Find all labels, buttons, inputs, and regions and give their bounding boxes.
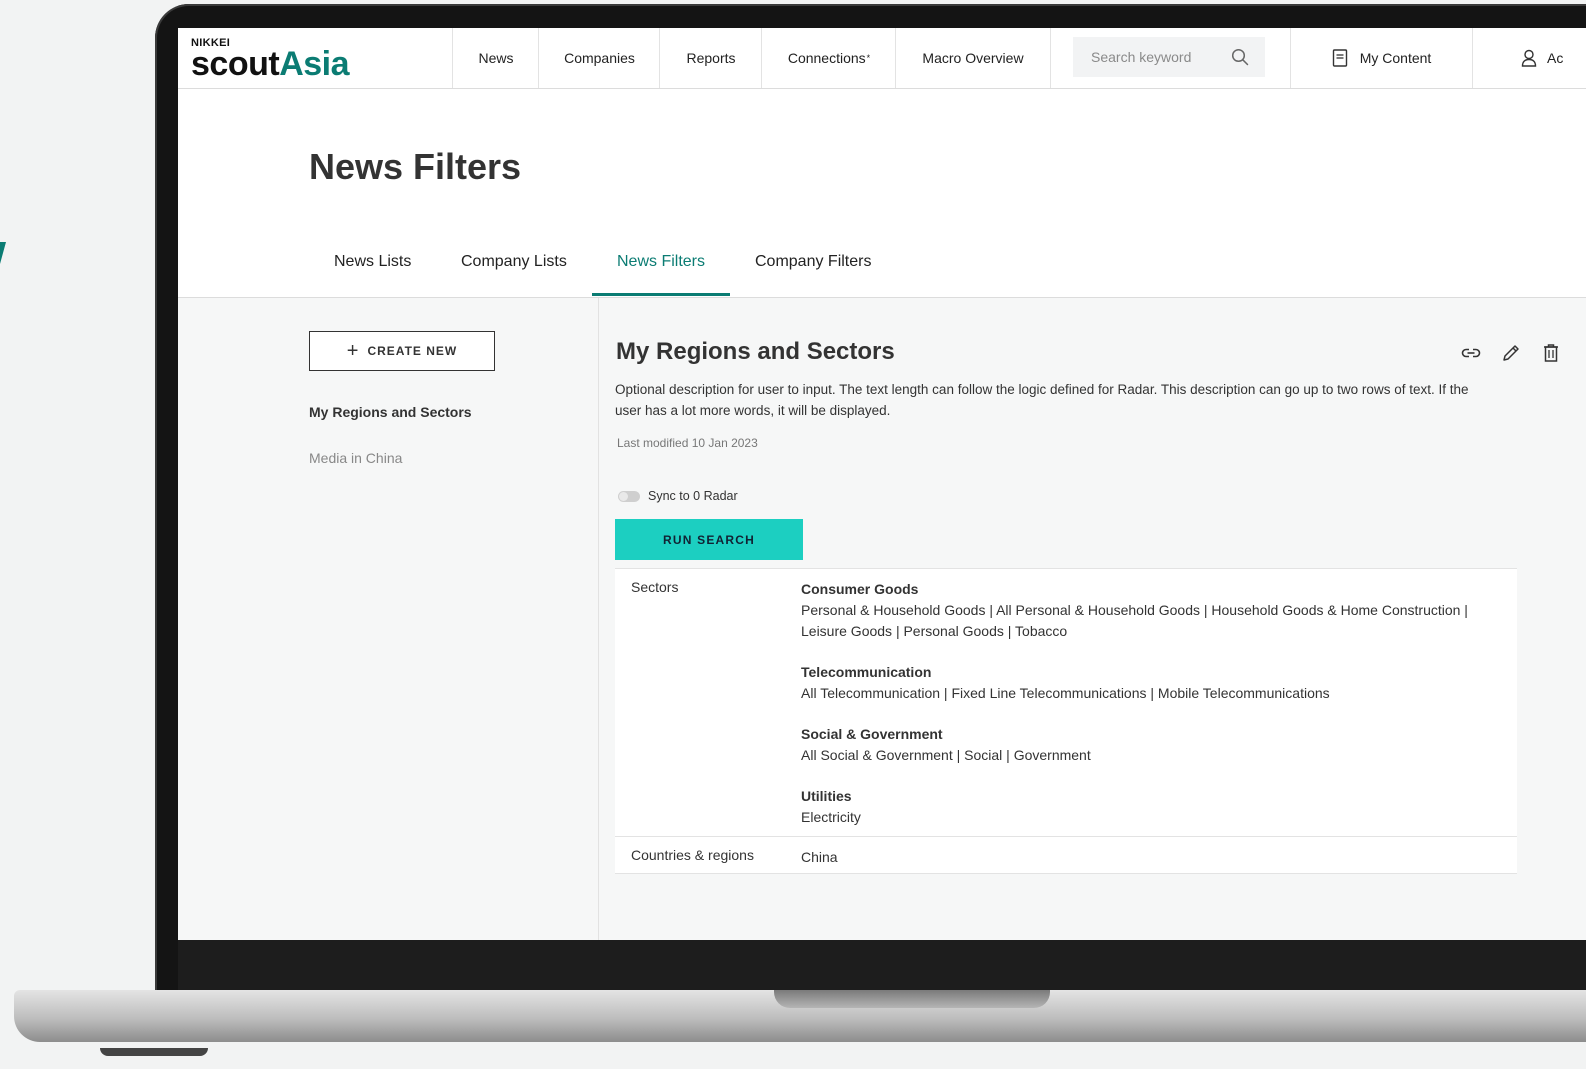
nav-account[interactable]: Ac — [1471, 28, 1586, 88]
sector-group: Social & Government All Social & Governm… — [801, 724, 1517, 766]
app-screen: NIKKEI scoutAsia News Companies Reports … — [178, 28, 1586, 940]
nav-my-content-label: My Content — [1359, 50, 1432, 66]
run-search-button[interactable]: RUN SEARCH — [615, 519, 803, 560]
filter-actions — [1460, 342, 1562, 364]
criteria-row-sectors: Sectors Consumer Goods Personal & Househ… — [615, 569, 1517, 837]
logo-asia-text: Asia — [279, 45, 350, 83]
nav-companies-label: Companies — [564, 50, 635, 66]
nav-companies[interactable]: Companies — [538, 28, 660, 88]
sector-group-items: All Social & Government | Social | Gover… — [801, 747, 1091, 763]
sector-group-items: Personal & Household Goods | All Persona… — [801, 602, 1468, 639]
nav-reports[interactable]: Reports — [659, 28, 762, 88]
plus-icon: + — [346, 340, 360, 362]
create-new-label: CREATE NEW — [367, 344, 458, 358]
page-title: News Filters — [309, 146, 522, 187]
sector-group: Telecommunication All Telecommunication … — [801, 662, 1517, 704]
tab-company-lists[interactable]: Company Lists — [436, 243, 592, 296]
search-icon[interactable] — [1231, 48, 1249, 66]
criteria-value-countries-regions: China — [801, 849, 838, 865]
laptop-notch — [774, 990, 1050, 1008]
sync-radar-toggle[interactable] — [618, 490, 640, 502]
create-new-button[interactable]: + CREATE NEW — [309, 331, 495, 371]
trash-icon[interactable] — [1540, 342, 1562, 364]
sector-group-name: Consumer Goods — [801, 581, 919, 597]
criteria-row-countries-regions: Countries & regions China — [615, 837, 1517, 874]
search-bar — [1073, 37, 1265, 77]
last-modified: Last modified 10 Jan 2023 — [617, 436, 758, 450]
tab-news-filters[interactable]: News Filters — [592, 243, 731, 296]
criteria-key-sectors: Sectors — [631, 579, 679, 595]
nav-news-label: News — [478, 50, 514, 66]
sector-group: Consumer Goods Personal & Household Good… — [801, 579, 1517, 642]
user-icon — [1521, 49, 1537, 67]
sync-radar: Sync to 0 Radar — [618, 489, 738, 503]
sector-group-name: Utilities — [801, 788, 852, 804]
criteria-key-countries-regions: Countries & regions — [631, 847, 754, 863]
laptop-foot — [100, 1048, 208, 1056]
tab-news-lists[interactable]: News Lists — [309, 243, 436, 296]
filter-detail: My Regions and Sectors Optional descript… — [599, 298, 1586, 940]
top-navigation: NIKKEI scoutAsia News Companies Reports … — [178, 28, 1586, 89]
laptop-bezel — [178, 940, 1586, 990]
nav-connections[interactable]: Connections * — [761, 28, 896, 88]
filter-title: My Regions and Sectors — [616, 338, 895, 365]
connections-badge-mark: * — [866, 53, 871, 63]
sync-radar-label: Sync to 0 Radar — [648, 489, 738, 503]
nav-my-content[interactable]: My Content — [1290, 28, 1473, 88]
nav-connections-label: Connections — [787, 50, 866, 66]
tab-company-lists-label: Company Lists — [461, 253, 567, 270]
nav-macro-overview[interactable]: Macro Overview — [895, 28, 1051, 88]
filter-criteria-table: Sectors Consumer Goods Personal & Househ… — [615, 568, 1517, 874]
nikkei-scout-asia-logo[interactable]: NIKKEI scoutAsia — [191, 38, 350, 82]
sector-group-name: Social & Government — [801, 726, 943, 742]
sector-group: Utilities Electricity — [801, 786, 1517, 828]
sector-group-items: Electricity — [801, 809, 861, 825]
sidebar-item-media-in-china[interactable]: Media in China — [309, 450, 402, 466]
sector-group-items: All Telecommunication | Fixed Line Telec… — [801, 685, 1330, 701]
document-icon — [1332, 49, 1347, 67]
search-input[interactable] — [1089, 48, 1223, 66]
nav-reports-label: Reports — [686, 50, 736, 66]
tab-news-filters-label: News Filters — [617, 253, 706, 270]
filters-sidebar: + CREATE NEW My Regions and Sectors Medi… — [178, 298, 599, 940]
criteria-value-sectors: Consumer Goods Personal & Household Good… — [801, 569, 1517, 836]
pencil-icon[interactable] — [1500, 342, 1522, 364]
background-accent-mark — [0, 242, 6, 264]
run-search-label: RUN SEARCH — [662, 532, 755, 547]
tab-company-filters-label: Company Filters — [755, 253, 872, 270]
nav-news[interactable]: News — [452, 28, 539, 88]
sidebar-item-my-regions-and-sectors[interactable]: My Regions and Sectors — [309, 404, 472, 420]
nav-account-label: Ac — [1547, 50, 1564, 66]
filter-description: Optional description for user to input. … — [615, 382, 1469, 418]
nav-macro-overview-label: Macro Overview — [922, 50, 1024, 66]
sector-group-name: Telecommunication — [801, 664, 932, 680]
tab-news-lists-label: News Lists — [334, 253, 412, 270]
logo-scout-text: scout — [191, 45, 280, 83]
link-icon[interactable] — [1460, 342, 1482, 364]
filter-tabs: News Lists Company Lists News Filters Co… — [178, 243, 1586, 298]
tab-company-filters[interactable]: Company Filters — [730, 243, 896, 296]
